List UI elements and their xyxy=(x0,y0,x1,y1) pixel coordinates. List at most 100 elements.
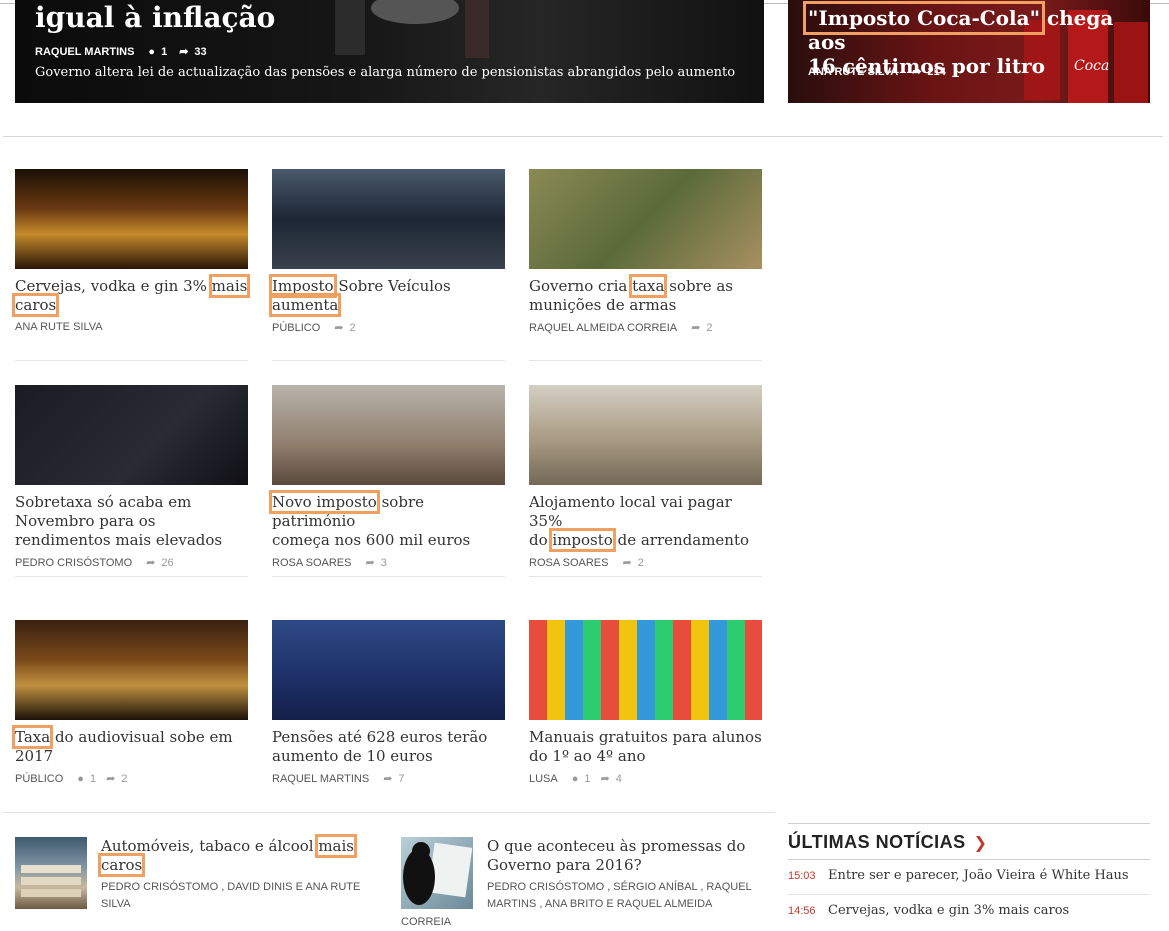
article-meta: RAQUEL ALMEIDA CORREIA ➦ 2 xyxy=(529,321,762,335)
article-card[interactable]: Imposto Sobre Veículos aumenta PÚBLICO ➦ 2 xyxy=(268,169,505,335)
article-author[interactable]: RAQUEL MARTINS xyxy=(272,773,369,785)
article-author[interactable]: RAQUEL ALMEIDA CORREIA xyxy=(529,322,677,334)
article-thumbnail[interactable] xyxy=(529,385,762,485)
article-title-text: Novembro para os rendimentos mais elevad… xyxy=(15,512,223,549)
article-title[interactable]: Imposto Sobre Veículos aumenta xyxy=(268,274,505,317)
article-title[interactable]: Novo imposto sobre património começa nos … xyxy=(269,490,505,550)
latest-news-header[interactable]: ÚLTIMAS NOTÍCIAS ❯ xyxy=(788,832,987,853)
highlight-box: caros xyxy=(97,853,146,877)
hero-left-author[interactable]: RAQUEL MARTINS xyxy=(35,46,134,58)
hero-left[interactable]: igual à inflação RAQUEL MARTINS ● 1 ➦ 33… xyxy=(15,0,764,103)
article-author[interactable]: PEDRO CRISÓSTOMO xyxy=(15,557,132,569)
bottom-article-1-authors: PEDRO CRISÓSTOMO , DAVID DINIS e ANA RUT… xyxy=(101,879,371,913)
article-title[interactable]: Alojamento local vai pagar 35% do imposto… xyxy=(529,493,762,552)
article-thumbnail[interactable] xyxy=(529,169,762,269)
article-title-text: Sobretaxa só acaba em xyxy=(15,493,192,511)
latest-top-divider xyxy=(788,823,1150,824)
article-title-text: 2017 xyxy=(15,747,54,765)
article-meta: RAQUEL MARTINS ➦ 7 xyxy=(272,772,505,786)
article-card[interactable]: Alojamento local vai pagar 35% do imposto… xyxy=(529,385,762,569)
article-meta: PÚBLICO ➦ 2 xyxy=(272,321,505,335)
bottom-article-2-authors: PEDRO CRISÓSTOMO , SÉRGIO ANÍBAL , RAQUE… xyxy=(487,879,767,913)
latest-headline[interactable]: Cervejas, vodka e gin 3% mais caros xyxy=(828,903,1069,918)
latest-item[interactable]: 15:03 Entre ser e parecer, João Vieira é… xyxy=(788,868,1150,883)
bottom-article-2-authors-tail[interactable]: CORREIA xyxy=(401,914,451,931)
highlight-box: aumenta xyxy=(268,293,342,317)
article-title-text: aumento de 10 euros xyxy=(272,747,433,765)
article-thumbnail[interactable] xyxy=(272,620,505,720)
article-title[interactable]: Governo cria taxa sobre as munições de ar… xyxy=(529,274,762,315)
authors-line[interactable]: MARTINS , ANA BRITO e RAQUEL ALMEIDA xyxy=(487,896,767,913)
hero-left-comments: 1 xyxy=(161,45,168,58)
hero-right[interactable]: Coca "Imposto Coca-Cola" chega aos 16 cê… xyxy=(788,0,1150,103)
bottom-article-2-thumb[interactable] xyxy=(401,837,473,909)
comment-count: 1 xyxy=(584,772,591,785)
article-title[interactable]: Taxa do audiovisual sobe em 2017 xyxy=(11,725,248,766)
article-author[interactable]: PÚBLICO xyxy=(272,322,320,334)
bottom-article-1-thumb[interactable] xyxy=(15,837,87,909)
comment-count: 1 xyxy=(89,772,97,785)
article-card[interactable]: Sobretaxa só acaba em Novembro para os re… xyxy=(15,385,248,569)
article-thumbnail[interactable] xyxy=(15,385,248,485)
card-separator xyxy=(272,360,505,361)
article-title-text: de arrendamento xyxy=(612,531,750,549)
article-title[interactable]: Manuais gratuitos para alunos do 1º ao 4º… xyxy=(529,728,762,766)
article-meta: ROSA SOARES ➦ 2 xyxy=(529,556,762,570)
article-thumbnail[interactable] xyxy=(272,169,505,269)
hero-left-photo xyxy=(335,0,489,58)
share-count: 2 xyxy=(637,556,644,569)
latest-headline[interactable]: Entre ser e parecer, João Vieira é White… xyxy=(828,868,1129,883)
authors-line[interactable]: PEDRO CRISÓSTOMO , DAVID DINIS e ANA RUT… xyxy=(101,879,371,896)
section-divider xyxy=(3,136,1163,137)
article-author[interactable]: ANA RUTE SILVA xyxy=(15,321,103,333)
hero-right-author[interactable]: ANA RUTE SILVA xyxy=(808,66,898,78)
authors-line[interactable]: SILVA xyxy=(101,896,371,913)
bottom-article-1[interactable]: Automóveis, tabaco e álcool mais caros P… xyxy=(97,834,371,913)
article-title-text: do audiovisual sobe em xyxy=(50,728,233,746)
latest-item[interactable]: 14:56 Cervejas, vodka e gin 3% mais caro… xyxy=(788,903,1150,918)
article-thumbnail[interactable] xyxy=(15,620,248,720)
highlight-box: caros xyxy=(11,293,60,317)
article-card[interactable]: Governo cria taxa sobre as munições de ar… xyxy=(529,169,762,334)
hero-left-title[interactable]: igual à inflação xyxy=(35,0,275,36)
article-title-text: começa nos 600 mil euros xyxy=(272,531,471,549)
highlight-box: "Imposto Coca-Cola" xyxy=(803,1,1045,35)
share-icon: ➦ xyxy=(106,773,116,785)
highlight-box: Taxa xyxy=(11,725,54,749)
article-author[interactable]: LUSA xyxy=(529,773,558,785)
article-thumbnail[interactable] xyxy=(529,620,762,720)
article-title-text: Manuais gratuitos para alunos xyxy=(529,728,762,746)
article-title[interactable]: Pensões até 628 euros terão aumento de 10… xyxy=(272,728,505,766)
article-card[interactable]: Cervejas, vodka e gin 3% mais caros ANA RU… xyxy=(11,169,251,333)
highlight-box: mais xyxy=(208,274,251,298)
hero-left-meta: RAQUEL MARTINS ● 1 ➦ 33 xyxy=(35,45,207,59)
highlight-box: taxa xyxy=(629,274,668,298)
bottom-article-2-title[interactable]: O que aconteceu às promessas do Governo … xyxy=(487,837,767,875)
article-card[interactable]: Pensões até 628 euros terão aumento de 10… xyxy=(272,620,505,785)
latest-divider xyxy=(788,859,1150,860)
article-title-text: munições de armas xyxy=(529,296,677,314)
article-card[interactable]: Manuais gratuitos para alunos do 1º ao 4º… xyxy=(529,620,762,785)
article-title[interactable]: Cervejas, vodka e gin 3% mais caros xyxy=(11,274,251,317)
share-count: 7 xyxy=(398,772,405,785)
card-separator xyxy=(529,576,762,577)
share-count: 2 xyxy=(349,321,356,334)
bottom-article-2[interactable]: O que aconteceu às promessas do Governo … xyxy=(487,837,767,913)
share-icon: ➦ xyxy=(383,773,393,785)
card-separator xyxy=(529,360,762,361)
hero-left-shares: 33 xyxy=(194,45,207,58)
bottom-article-1-title[interactable]: Automóveis, tabaco e álcool mais caros xyxy=(97,834,371,877)
comment-icon: ● xyxy=(148,45,156,58)
article-card[interactable]: Novo imposto sobre património começa nos … xyxy=(269,385,505,569)
article-thumbnail[interactable] xyxy=(272,385,505,485)
article-author[interactable]: ROSA SOARES xyxy=(272,557,351,569)
authors-line[interactable]: PEDRO CRISÓSTOMO , SÉRGIO ANÍBAL , RAQUE… xyxy=(487,879,767,896)
article-thumbnail[interactable] xyxy=(15,169,248,269)
article-title-text: sobre as xyxy=(664,277,734,295)
article-title-text: Pensões até 628 euros terão xyxy=(272,728,488,746)
article-author[interactable]: ROSA SOARES xyxy=(529,557,608,569)
article-author[interactable]: PÚBLICO xyxy=(15,773,63,785)
article-title[interactable]: Sobretaxa só acaba em Novembro para os re… xyxy=(15,493,248,550)
article-meta: ANA RUTE SILVA xyxy=(15,321,248,333)
article-card[interactable]: Taxa do audiovisual sobe em 2017 PÚBLICO ● 1… xyxy=(11,620,248,785)
